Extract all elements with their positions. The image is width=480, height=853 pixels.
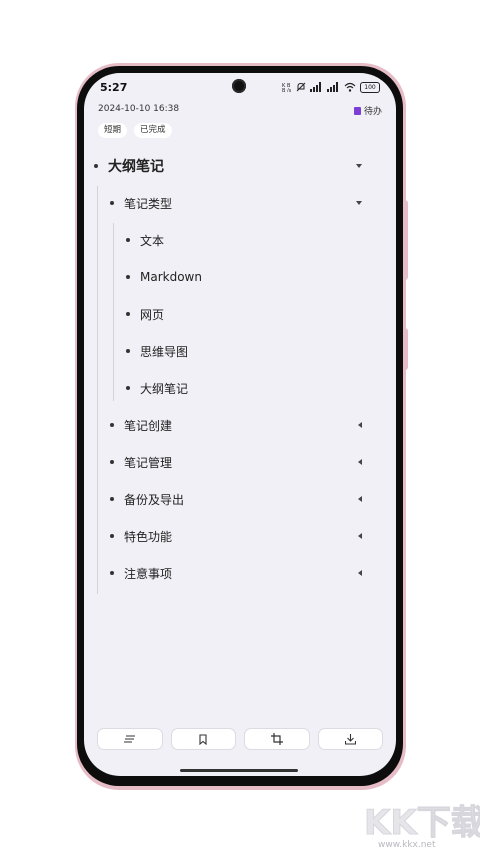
align-icon (124, 735, 136, 743)
node-label: 特色功能 (124, 529, 173, 544)
bullet (110, 534, 114, 538)
expand-caret-icon[interactable] (358, 570, 362, 576)
outline-node-backup[interactable]: 备份及导出 (110, 489, 384, 509)
outline-node-types[interactable]: 笔记类型 (110, 193, 384, 213)
align-button[interactable] (97, 728, 163, 750)
battery-icon: 100 (360, 81, 380, 93)
outline-guide-level2 (113, 223, 114, 401)
node-label: 笔记类型 (124, 196, 173, 211)
expand-caret-icon[interactable] (358, 496, 362, 502)
bottom-toolbar (97, 728, 383, 750)
outline-guide-level1 (97, 186, 98, 594)
tag-short-term[interactable]: 短期 (98, 123, 128, 138)
bullet (110, 201, 114, 205)
outline-node-webpage[interactable]: 网页 (126, 304, 164, 324)
outline-node-markdown[interactable]: Markdown (126, 267, 202, 287)
signal-2-icon (327, 81, 340, 93)
bookmark-icon (199, 733, 207, 745)
download-button[interactable] (317, 728, 383, 750)
tag-list: 短期 已完成 (98, 123, 172, 138)
todo-status[interactable]: 待办 (353, 104, 382, 117)
outline-root-node[interactable]: 大纲笔记 (94, 156, 384, 176)
bullet (110, 571, 114, 575)
outline-node-manage[interactable]: 笔记管理 (110, 452, 384, 472)
note-date: 2024-10-10 16:38 (98, 104, 180, 114)
power-button (404, 328, 408, 370)
status-icons: K B B/s 100 (282, 81, 380, 93)
bullet (110, 497, 114, 501)
status-time: 5:27 (100, 81, 128, 94)
screen: 5:27 K B B/s 100 2024-10-10 16:38 待办 短期 … (84, 73, 396, 776)
outline-node-text[interactable]: 文本 (126, 230, 164, 250)
bullet (126, 386, 130, 390)
node-label: 注意事项 (124, 566, 173, 581)
crop-button[interactable] (244, 728, 310, 750)
node-label: 大纲笔记 (140, 381, 189, 396)
node-label: 思维导图 (140, 344, 189, 359)
node-label: 大纲笔记 (108, 159, 164, 175)
collapse-caret-icon[interactable] (356, 201, 362, 205)
network-speed-icon: K B B/s (282, 81, 292, 93)
node-label: 备份及导出 (124, 492, 185, 507)
expand-caret-icon[interactable] (358, 422, 362, 428)
todo-icon (353, 106, 361, 115)
download-icon (344, 733, 356, 745)
node-label: 笔记创建 (124, 418, 173, 433)
tag-completed[interactable]: 已完成 (134, 123, 172, 138)
bullet (110, 460, 114, 464)
collapse-caret-icon[interactable] (356, 164, 362, 168)
bullet (126, 238, 130, 242)
outline-node-mindmap[interactable]: 思维导图 (126, 341, 188, 361)
node-label: 文本 (140, 233, 165, 248)
volume-button (404, 200, 408, 280)
signal-icon (310, 81, 323, 93)
svg-text:/s: /s (287, 88, 292, 92)
bullet (126, 312, 130, 316)
outline-node-notes[interactable]: 注意事项 (110, 563, 384, 583)
svg-text:B: B (282, 88, 286, 92)
watermark-url: www.kkx.net (378, 840, 436, 850)
outline-node-outline[interactable]: 大纲笔记 (126, 378, 188, 398)
bullet (126, 349, 130, 353)
outline-node-features[interactable]: 特色功能 (110, 526, 384, 546)
mute-bell-icon (296, 81, 306, 93)
outline-node-create[interactable]: 笔记创建 (110, 415, 384, 435)
note-meta: 2024-10-10 16:38 待办 (98, 104, 382, 118)
status-bar: 5:27 K B B/s 100 (84, 73, 396, 101)
expand-caret-icon[interactable] (358, 533, 362, 539)
node-label: 网页 (140, 307, 165, 322)
bookmark-button[interactable] (170, 728, 236, 750)
node-label: Markdown (140, 270, 202, 284)
wifi-icon (344, 81, 356, 93)
svg-text:KK下载: KK下载 (364, 803, 480, 843)
todo-label: 待办 (363, 107, 382, 117)
home-indicator[interactable] (180, 769, 298, 772)
bullet (94, 164, 98, 168)
node-label: 笔记管理 (124, 455, 173, 470)
bullet (110, 423, 114, 427)
expand-caret-icon[interactable] (358, 459, 362, 465)
crop-icon (270, 733, 283, 745)
bullet (126, 275, 130, 279)
